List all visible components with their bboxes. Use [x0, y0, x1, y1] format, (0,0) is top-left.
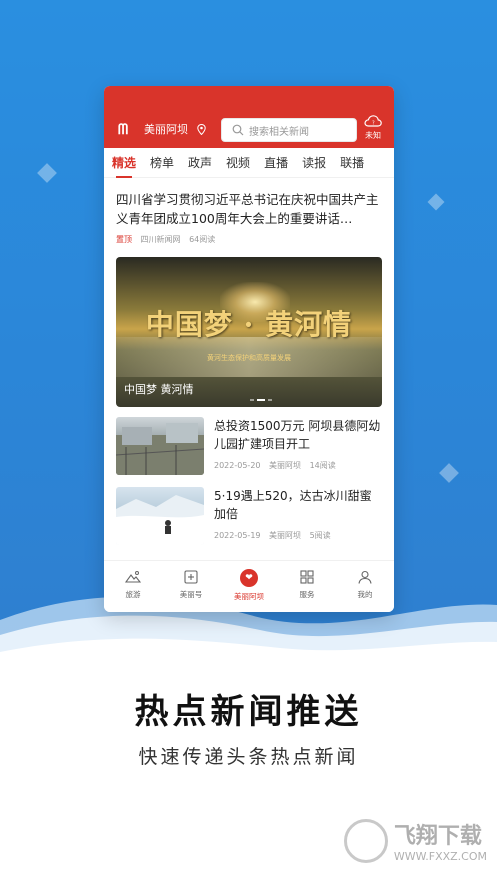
carousel-dot [250, 399, 254, 401]
nav-tourism[interactable]: 旅游 [104, 561, 162, 612]
nav-service[interactable]: 服务 [278, 561, 336, 612]
weather-widget[interactable]: ? 未知 [360, 114, 386, 141]
nav-label: 旅游 [125, 590, 141, 599]
tab-lianbo[interactable]: 联播 [340, 154, 364, 171]
carousel-dot [268, 399, 272, 401]
watermark-url: WWW.FXXZ.COM [393, 850, 487, 863]
decor-diamond [427, 193, 445, 211]
grid-icon [300, 570, 314, 584]
news-date: 2022-05-20 [214, 461, 261, 470]
news-list-item[interactable]: 总投资1500万元 阿坝县德阿幼儿园扩建项目开工 2022-05-20 美丽阿坝… [104, 407, 394, 477]
news-list-item[interactable]: 5·19遇上520，达古冰川甜蜜加倍 2022-05-19 美丽阿坝 5阅读 [104, 477, 394, 547]
banner-subtitle: 黄河生态保护和高质量发展 [207, 354, 291, 362]
news-title: 5·19遇上520，达古冰川甜蜜加倍 [214, 489, 372, 521]
plus-square-icon [184, 570, 198, 584]
banner-title: 中国梦 · 黄河情 [145, 308, 353, 341]
app-header: ᗰ 美丽阿坝 搜索相关新闻 ? 未知 [104, 86, 394, 148]
tab-dubao[interactable]: 读报 [302, 154, 326, 171]
decor-diamond [439, 463, 459, 483]
cloud-icon: ? [364, 115, 382, 127]
news-title: 四川省学习贯彻习近平总书记在庆祝中国共产主义青年团成立100周年大会上的重要讲话… [116, 192, 379, 226]
news-meta: 置顶 四川新闻网 64阅读 [116, 234, 382, 245]
location-pin-icon[interactable] [197, 124, 206, 135]
news-reads: 5阅读 [309, 531, 331, 540]
news-source: 美丽阿坝 [269, 531, 302, 540]
glacier-image [116, 495, 204, 545]
app-screenshot: ᗰ 美丽阿坝 搜索相关新闻 ? 未知 精选 榜单 政声 视频 直播 读报 联播 [104, 86, 394, 612]
nav-label: 美丽阿坝 [234, 592, 264, 601]
app-name: 美丽阿坝 [144, 123, 188, 136]
mountain-icon [125, 571, 141, 583]
news-title: 总投资1500万元 阿坝县德阿幼儿园扩建项目开工 [214, 419, 381, 451]
tab-jingxuan[interactable]: 精选 [112, 154, 136, 178]
decor-diamond [37, 163, 57, 183]
top-news-item[interactable]: 四川省学习贯彻习近平总书记在庆祝中国共产主义青年团成立100周年大会上的重要讲话… [104, 178, 394, 253]
nav-mine[interactable]: 我的 [336, 561, 394, 612]
nav-label: 服务 [299, 590, 315, 599]
tab-zhibo[interactable]: 直播 [264, 154, 288, 171]
watermark-cn: 飞翔下载 [393, 824, 482, 849]
search-placeholder: 搜索相关新闻 [249, 126, 309, 138]
nav-label: 美丽号 [179, 590, 203, 599]
bottom-nav: 旅游 美丽号 ❤ 美丽阿坝 服务 我的 [104, 560, 394, 612]
news-meta: 2022-05-19 美丽阿坝 5阅读 [214, 530, 382, 541]
banner-caption: 中国梦 黄河情 [124, 383, 194, 396]
watermark-logo-icon [343, 818, 388, 863]
tab-shipin[interactable]: 视频 [226, 154, 250, 171]
svg-text:?: ? [372, 121, 375, 127]
user-icon [358, 570, 372, 584]
banner-carousel[interactable]: 中国梦 · 黄河情 黄河生态保护和高质量发展 中国梦 黄河情 [116, 257, 382, 407]
heart-icon: ❤ [240, 569, 258, 587]
app-logo-icon: ᗰ [118, 122, 129, 138]
search-bar[interactable]: 搜索相关新闻 [221, 118, 357, 142]
news-reads: 64阅读 [189, 235, 216, 244]
news-date: 2022-05-19 [214, 531, 261, 540]
nav-meili-aba[interactable]: ❤ 美丽阿坝 [220, 561, 278, 612]
weather-label: 未知 [365, 131, 381, 140]
category-tabs: 精选 榜单 政声 视频 直播 读报 联播 [104, 148, 394, 178]
construction-image [116, 423, 204, 475]
promo-headline: 热点新闻推送 [134, 692, 363, 732]
search-icon [232, 124, 244, 136]
tab-bangdan[interactable]: 榜单 [150, 154, 174, 171]
news-source: 美丽阿坝 [269, 461, 302, 470]
news-reads: 14阅读 [309, 461, 336, 470]
watermark: 飞翔下载 WWW.FXXZ.COM [343, 818, 487, 863]
nav-label: 我的 [357, 590, 373, 599]
nav-meilihao[interactable]: 美丽号 [162, 561, 220, 612]
promo-subline: 快速传递头条热点新闻 [138, 746, 359, 768]
news-thumbnail [116, 417, 204, 475]
carousel-dot-active [257, 399, 265, 401]
tab-zhengsheng[interactable]: 政声 [188, 154, 212, 171]
carousel-indicator [250, 399, 272, 401]
news-meta: 2022-05-20 美丽阿坝 14阅读 [214, 460, 382, 471]
news-thumbnail [116, 487, 204, 545]
news-source: 四川新闻网 [140, 235, 181, 244]
pinned-badge: 置顶 [116, 235, 132, 244]
